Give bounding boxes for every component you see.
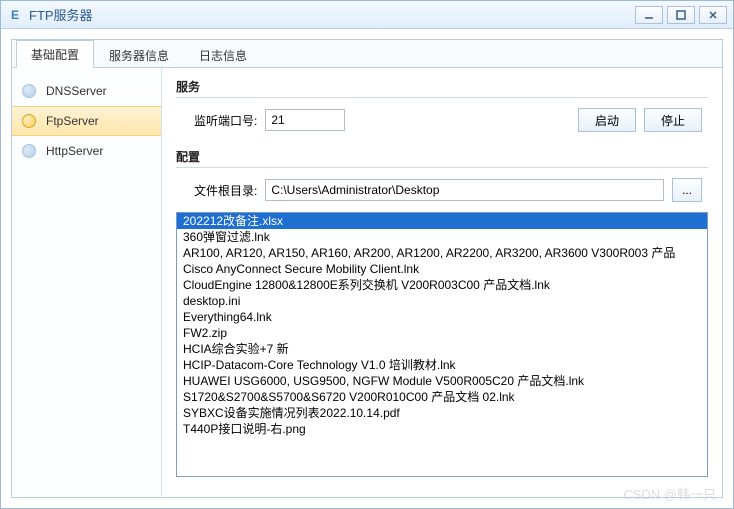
start-button[interactable]: 启动 <box>578 108 636 132</box>
sidebar-item-dnsserver[interactable]: DNSServer <box>12 76 161 106</box>
file-listbox[interactable]: 202212改备注.xlsx360弹窗过滤.lnkAR100, AR120, A… <box>177 213 707 476</box>
sidebar-item-label: FtpServer <box>46 114 99 128</box>
title-bar: E FTP服务器 <box>1 1 733 29</box>
root-path-label: 文件根目录: <box>194 182 257 199</box>
window-title: FTP服务器 <box>29 5 631 24</box>
main-content: 服务 监听端口号: 启动 停止 配置 文件根目录: ... <box>162 68 722 497</box>
radio-icon <box>22 84 36 98</box>
file-list-item[interactable]: AR100, AR120, AR150, AR160, AR200, AR120… <box>177 245 707 261</box>
sidebar-item-httpserver[interactable]: HttpServer <box>12 136 161 166</box>
port-label: 监听端口号: <box>194 112 257 129</box>
file-list-item[interactable]: 202212改备注.xlsx <box>177 213 707 229</box>
file-list-item[interactable]: HCIP-Datacom-Core Technology V1.0 培训教材.l… <box>177 357 707 373</box>
file-list-item[interactable]: Cisco AnyConnect Secure Mobility Client.… <box>177 261 707 277</box>
file-list-item[interactable]: Everything64.lnk <box>177 309 707 325</box>
radio-icon <box>22 114 36 128</box>
service-group: 服务 监听端口号: 启动 停止 <box>176 78 708 138</box>
file-list-item[interactable]: 360弹窗过滤.lnk <box>177 229 707 245</box>
config-group-title: 配置 <box>176 148 708 168</box>
file-list-item[interactable]: FW2.zip <box>177 325 707 341</box>
tab-basic-config[interactable]: 基础配置 <box>16 40 94 68</box>
root-path-input[interactable] <box>265 179 664 201</box>
sidebar-item-ftpserver[interactable]: FtpServer <box>12 106 161 136</box>
tab-bar: 基础配置 服务器信息 日志信息 <box>12 40 722 68</box>
file-list-item[interactable]: T440P接口说明-右.png <box>177 421 707 437</box>
file-list-item[interactable]: SYBXC设备实施情况列表2022.10.14.pdf <box>177 405 707 421</box>
file-list-item[interactable]: HCIA综合实验+7 新 <box>177 341 707 357</box>
file-list-item[interactable]: CloudEngine 12800&12800E系列交换机 V200R003C0… <box>177 277 707 293</box>
stop-button[interactable]: 停止 <box>644 108 702 132</box>
file-list-item[interactable]: S1720&S2700&S5700&S6720 V200R010C00 产品文档… <box>177 389 707 405</box>
minimize-button[interactable] <box>635 6 663 24</box>
config-group: 配置 文件根目录: ... 202212改备注.xlsx360弹窗过滤.lnkA… <box>176 148 708 477</box>
maximize-button[interactable] <box>667 6 695 24</box>
radio-icon <box>22 144 36 158</box>
server-type-sidebar: DNSServer FtpServer HttpServer <box>12 68 162 497</box>
sidebar-item-label: DNSServer <box>46 84 107 98</box>
app-icon: E <box>7 7 23 23</box>
tab-server-info[interactable]: 服务器信息 <box>94 41 184 68</box>
file-list-item[interactable]: HUAWEI USG6000, USG9500, NGFW Module V50… <box>177 373 707 389</box>
service-group-title: 服务 <box>176 78 708 98</box>
file-list-item[interactable]: desktop.ini <box>177 293 707 309</box>
sidebar-item-label: HttpServer <box>46 144 103 158</box>
port-input[interactable] <box>265 109 345 131</box>
close-button[interactable] <box>699 6 727 24</box>
tab-log-info[interactable]: 日志信息 <box>184 41 262 68</box>
file-list-container: 202212改备注.xlsx360弹窗过滤.lnkAR100, AR120, A… <box>176 212 708 477</box>
browse-button[interactable]: ... <box>672 178 702 202</box>
